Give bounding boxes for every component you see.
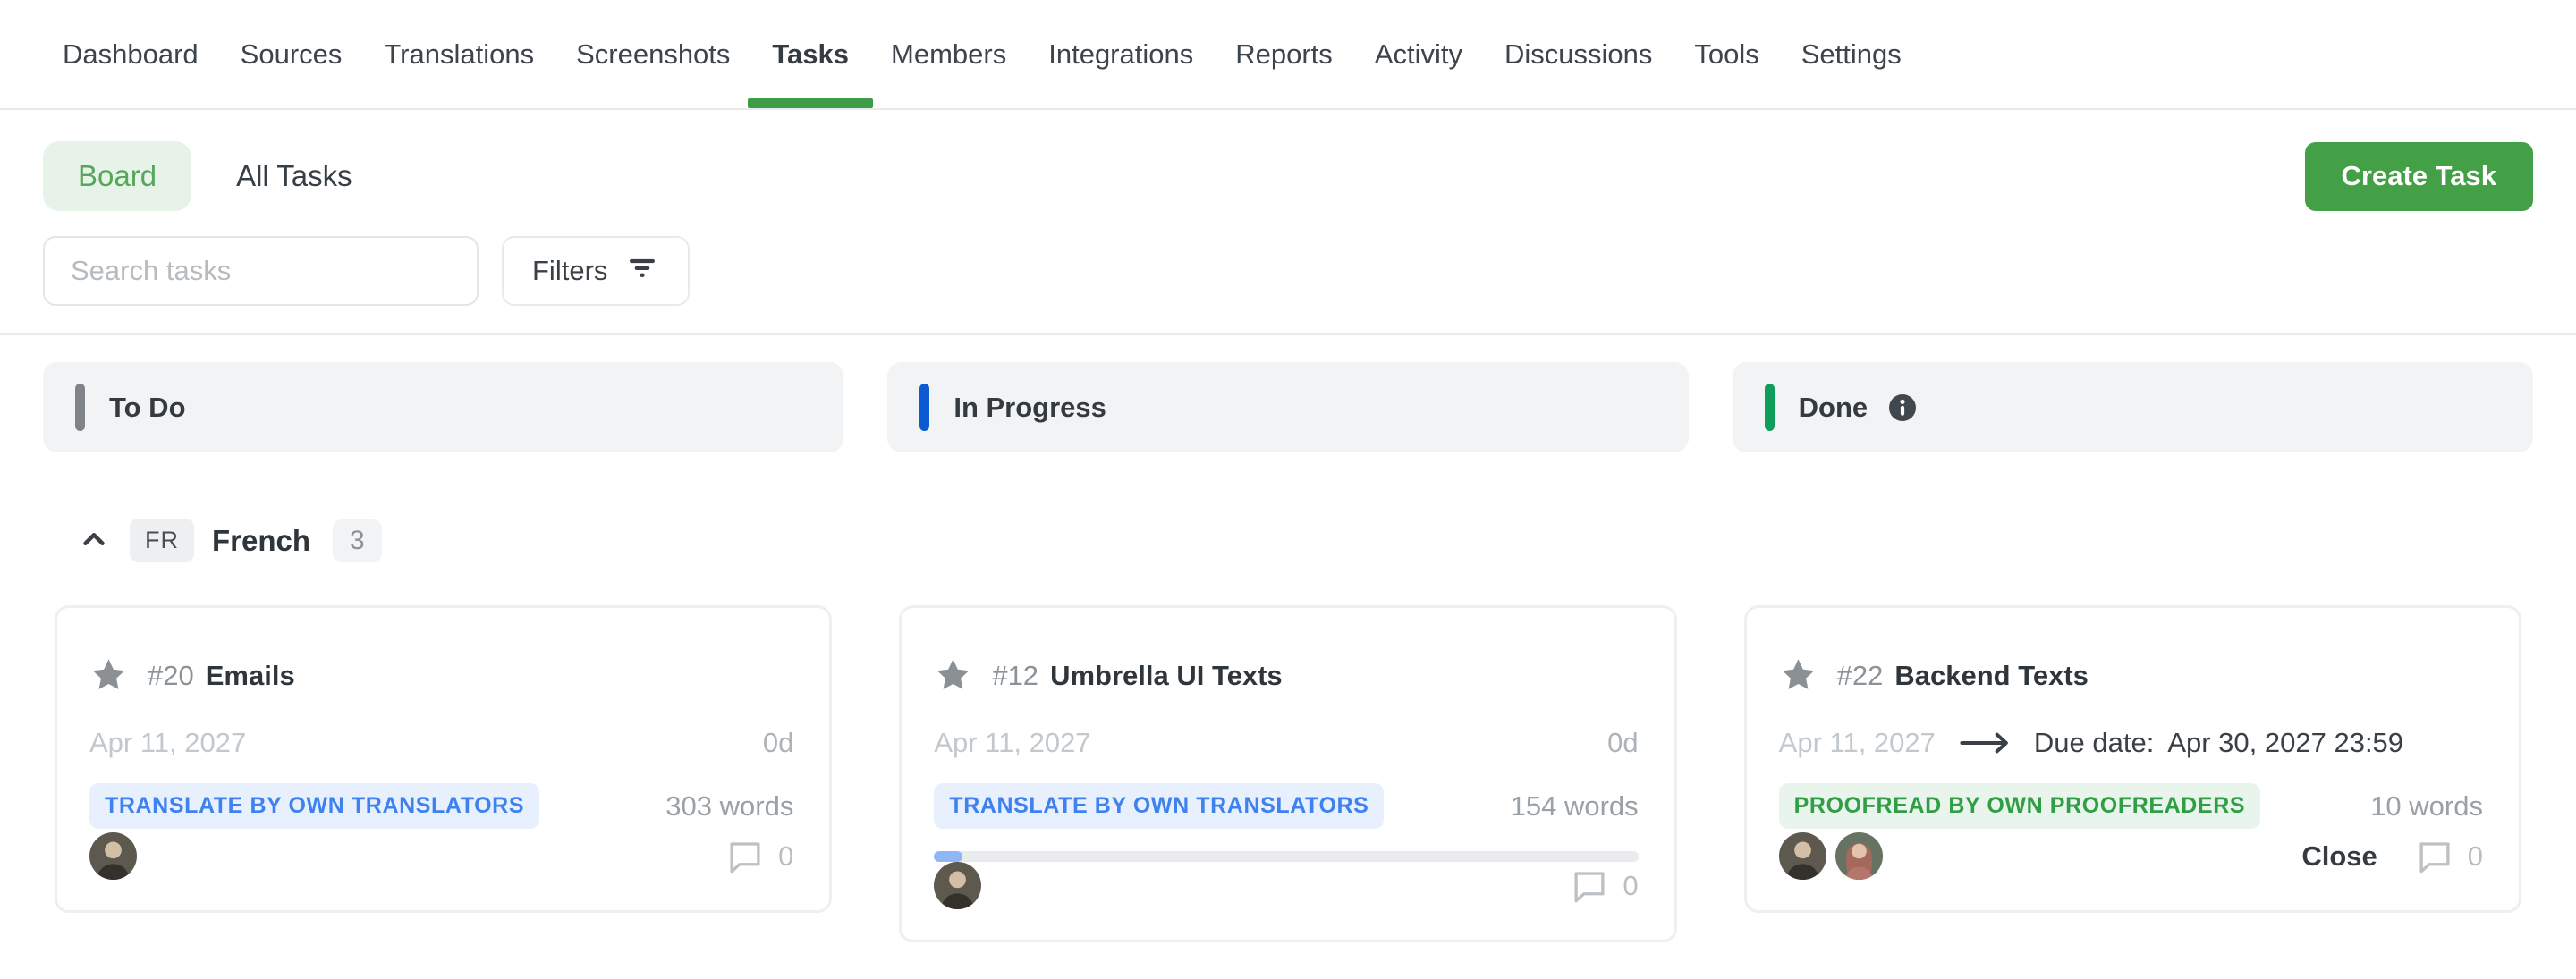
card-title-row: #20 Emails: [89, 656, 793, 695]
todo-status-indicator: [75, 384, 85, 431]
task-title: Umbrella UI Texts: [1050, 660, 1283, 692]
task-id: #12: [992, 660, 1038, 692]
create-task-button[interactable]: Create Task: [2305, 142, 2533, 211]
divider: [0, 333, 2576, 335]
arrow-right-icon: [1959, 730, 2011, 755]
task-title: Backend Texts: [1894, 660, 2089, 692]
filter-lines-icon: [625, 250, 659, 291]
filters-button[interactable]: Filters: [502, 236, 690, 306]
comment-bubble-icon: [725, 838, 765, 875]
top-nav: Dashboard Sources Translations Screensho…: [0, 0, 2576, 110]
language-code-badge: FR: [130, 519, 194, 562]
star-icon[interactable]: [1779, 656, 1818, 695]
comments-button[interactable]: 0: [1570, 867, 1638, 905]
search-input[interactable]: [43, 236, 479, 306]
task-type-badge: TRANSLATE BY OWN TRANSLATORS: [934, 783, 1384, 829]
nav-reports[interactable]: Reports: [1235, 0, 1333, 108]
nav-tasks[interactable]: Tasks: [772, 0, 849, 108]
nav-members[interactable]: Members: [891, 0, 1006, 108]
task-id: #20: [148, 660, 194, 692]
start-date: Apr 11, 2027: [89, 727, 246, 759]
card-footer: 0: [934, 862, 1638, 909]
column-todo: To Do: [43, 362, 843, 452]
column-done: Done: [1733, 362, 2533, 452]
card-title-row: #22 Backend Texts: [1779, 656, 2483, 695]
card-dates-row: Apr 11, 2027 0d: [89, 727, 793, 759]
comment-count: 0: [1623, 870, 1638, 902]
collapse-group-button[interactable]: [76, 523, 112, 559]
comment-bubble-icon: [2415, 838, 2454, 875]
card-dates-row: Apr 11, 2027 Due date: Apr 30, 2027 23:5…: [1779, 727, 2483, 759]
filters-button-label: Filters: [532, 255, 607, 287]
due-date-label: Due date:: [2034, 727, 2154, 759]
star-icon[interactable]: [934, 656, 972, 695]
task-card-umbrella-ui-texts[interactable]: #12 Umbrella UI Texts Apr 11, 2027 0d TR…: [899, 605, 1676, 942]
task-type-badge: PROOFREAD BY OWN PROOFREADERS: [1779, 783, 2260, 829]
language-name: French: [212, 524, 310, 558]
card-title-row: #12 Umbrella UI Texts: [934, 656, 1638, 695]
board-columns: To Do In Progress Done: [43, 362, 2533, 452]
view-toolbar: Board All Tasks Create Task: [43, 141, 2533, 211]
task-card-backend-texts[interactable]: #22 Backend Texts Apr 11, 2027 Due date:…: [1744, 605, 2521, 913]
comments-button[interactable]: 0: [725, 838, 793, 875]
language-group-header: FR French 3: [43, 519, 2533, 562]
comment-count: 0: [778, 840, 793, 873]
nav-sources[interactable]: Sources: [241, 0, 343, 108]
task-id: #22: [1837, 660, 1884, 692]
column-in-progress-label: In Progress: [953, 392, 1106, 424]
close-task-button[interactable]: Close: [2301, 840, 2377, 873]
nav-discussions[interactable]: Discussions: [1504, 0, 1652, 108]
tab-board[interactable]: Board: [43, 141, 191, 211]
filter-bar: Filters: [43, 236, 2533, 306]
nav-settings[interactable]: Settings: [1801, 0, 1902, 108]
start-date: Apr 11, 2027: [934, 727, 1090, 759]
progress-bar: [934, 851, 1638, 862]
task-cards-row: #20 Emails Apr 11, 2027 0d TRANSLATE BY …: [43, 605, 2533, 942]
card-badge-row: PROOFREAD BY OWN PROOFREADERS 10 words: [1779, 783, 2483, 829]
nav-screenshots[interactable]: Screenshots: [576, 0, 730, 108]
card-dates-row: Apr 11, 2027 0d: [934, 727, 1638, 759]
assignee-avatar: [934, 862, 981, 909]
comment-count: 0: [2468, 840, 2483, 873]
duration: 0d: [763, 727, 793, 759]
word-count: 303 words: [665, 790, 793, 823]
nav-integrations[interactable]: Integrations: [1048, 0, 1193, 108]
info-icon[interactable]: [1886, 392, 1919, 424]
comments-button[interactable]: 0: [2415, 838, 2483, 875]
nav-dashboard[interactable]: Dashboard: [63, 0, 199, 108]
task-card-emails[interactable]: #20 Emails Apr 11, 2027 0d TRANSLATE BY …: [55, 605, 832, 913]
progress-bar-fill: [934, 851, 962, 862]
card-badge-row: TRANSLATE BY OWN TRANSLATORS 303 words: [89, 783, 793, 829]
nav-activity[interactable]: Activity: [1375, 0, 1462, 108]
tab-all-tasks[interactable]: All Tasks: [236, 159, 352, 193]
word-count: 154 words: [1511, 790, 1639, 823]
card-footer: Close 0: [1779, 832, 2483, 880]
due-date-value: Apr 30, 2027 23:59: [2167, 727, 2403, 759]
chevron-up-icon: [77, 522, 111, 559]
nav-translations[interactable]: Translations: [384, 0, 534, 108]
word-count: 10 words: [2370, 790, 2483, 823]
done-status-indicator: [1765, 384, 1775, 431]
duration: 0d: [1607, 727, 1638, 759]
column-todo-label: To Do: [109, 392, 186, 424]
start-date: Apr 11, 2027: [1779, 727, 1936, 759]
column-in-progress: In Progress: [887, 362, 1688, 452]
column-done-label: Done: [1799, 392, 1868, 424]
in-progress-status-indicator: [919, 384, 929, 431]
task-title: Emails: [206, 660, 295, 692]
comment-bubble-icon: [1570, 867, 1609, 905]
assignee-avatar: [1779, 832, 1826, 880]
group-task-count: 3: [333, 519, 382, 562]
card-badge-row: TRANSLATE BY OWN TRANSLATORS 154 words: [934, 783, 1638, 829]
assignee-avatar: [89, 832, 137, 880]
card-footer: 0: [89, 832, 793, 880]
tasks-page: Board All Tasks Create Task Filters To D…: [0, 141, 2576, 942]
assignee-avatar: [1835, 832, 1883, 880]
star-icon[interactable]: [89, 656, 128, 695]
task-type-badge: TRANSLATE BY OWN TRANSLATORS: [89, 783, 539, 829]
nav-tools[interactable]: Tools: [1694, 0, 1758, 108]
